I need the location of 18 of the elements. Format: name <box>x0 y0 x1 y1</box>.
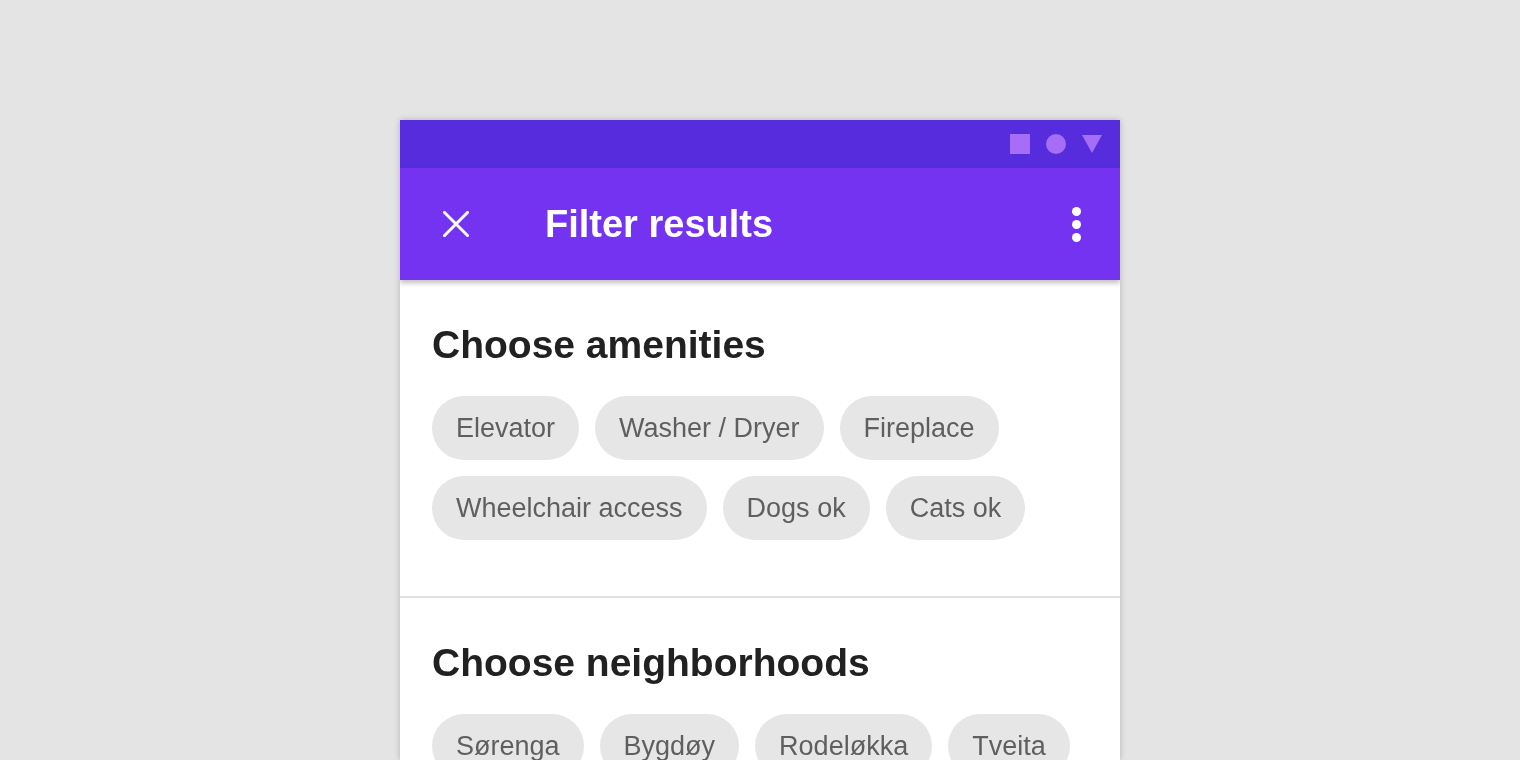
triangle-icon <box>1082 135 1102 153</box>
square-icon <box>1010 134 1030 154</box>
section-heading: Choose amenities <box>432 322 767 368</box>
filter-chip[interactable]: Washer / Dryer <box>595 396 824 460</box>
section-heading: Choose neighborhoods <box>432 640 871 686</box>
circle-icon <box>1046 134 1066 154</box>
close-icon <box>443 211 469 237</box>
filter-chip[interactable]: Elevator <box>432 396 580 460</box>
filter-chip[interactable]: Dogs ok <box>722 476 870 540</box>
screen-title: Filter results <box>545 202 774 247</box>
filter-chip[interactable]: Bygdøy <box>599 714 740 760</box>
filter-chip[interactable]: Fireplace <box>839 396 999 460</box>
filter-chip[interactable]: Cats ok <box>885 476 1026 540</box>
filter-chip[interactable]: Sørenga <box>432 714 584 760</box>
more-options-icon <box>1071 206 1081 242</box>
filter-chip[interactable]: Wheelchair access <box>432 476 707 540</box>
filter-chip[interactable]: Rodeløkka <box>755 714 933 760</box>
filter-chip[interactable]: Tveita <box>948 714 1070 760</box>
